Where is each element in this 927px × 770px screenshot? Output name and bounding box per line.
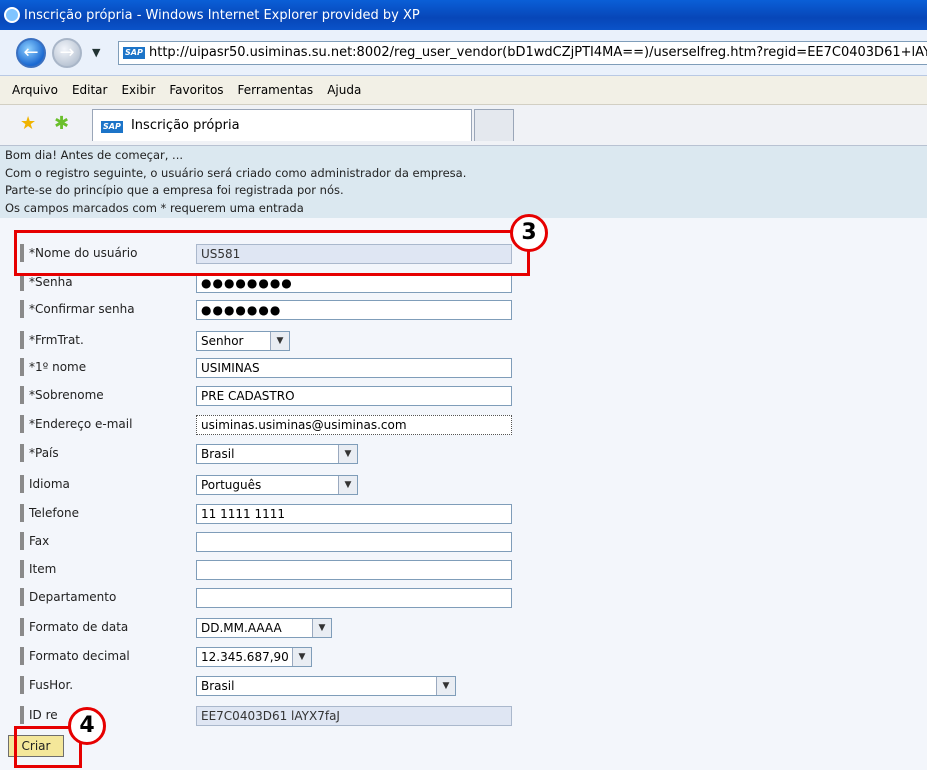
history-dropdown-icon[interactable]: ▼ — [92, 46, 100, 59]
label-regid: ID re — [20, 706, 58, 724]
lastname-field[interactable]: PRE CADASTRO — [196, 386, 512, 406]
label-phone: Telefone — [20, 504, 79, 522]
row-country: *País Brasil ▼ — [20, 444, 520, 464]
tab-inscricao-propria[interactable]: SAP Inscrição própria — [92, 109, 472, 141]
new-tab-button[interactable] — [474, 109, 514, 141]
tab-label: Inscrição própria — [130, 118, 240, 133]
tab-sap-icon: SAP — [101, 121, 123, 133]
annotation-number-3: 3 — [510, 214, 548, 252]
row-fax: Fax — [20, 532, 520, 552]
row-salutation: *FrmTrat. Senhor ▼ — [20, 331, 520, 351]
row-firstname: *1º nome USIMINAS — [20, 358, 520, 378]
page-content: Bom dia! Antes de começar, ... Com o reg… — [0, 146, 927, 770]
country-select[interactable]: Brasil ▼ — [196, 444, 358, 464]
row-department: Departamento — [20, 588, 520, 608]
back-button[interactable]: ← — [16, 38, 46, 68]
country-value: Brasil — [201, 447, 235, 461]
decimalformat-value: 12.345.687,90 — [201, 650, 289, 664]
menu-editar[interactable]: Editar — [72, 83, 108, 97]
timezone-select[interactable]: Brasil ▼ — [196, 676, 456, 696]
decimalformat-select[interactable]: 12.345.687,90 ▼ — [196, 647, 312, 667]
menu-favoritos[interactable]: Favoritos — [169, 83, 223, 97]
salutation-select[interactable]: Senhor ▼ — [196, 331, 290, 351]
intro-panel: Bom dia! Antes de começar, ... Com o reg… — [0, 146, 927, 218]
menu-arquivo[interactable]: Arquivo — [12, 83, 58, 97]
address-toolbar: ← → ▼ SAP http://uipasr50.usiminas.su.ne… — [0, 30, 927, 76]
timezone-value: Brasil — [201, 679, 235, 693]
intro-line: Os campos marcados com * requerem uma en… — [5, 200, 304, 215]
chevron-down-icon[interactable]: ▼ — [270, 332, 289, 350]
row-dateformat: Formato de data DD.MM.AAAA ▼ — [20, 618, 520, 638]
label-salutation: *FrmTrat. — [20, 331, 84, 349]
label-fax: Fax — [20, 532, 49, 550]
label-country: *País — [20, 444, 59, 462]
sap-logo-icon: SAP — [123, 47, 145, 59]
language-select[interactable]: Português ▼ — [196, 475, 358, 495]
menu-ferramentas[interactable]: Ferramentas — [238, 83, 314, 97]
item-field[interactable] — [196, 560, 512, 580]
row-item: Item — [20, 560, 520, 580]
window-title: Inscrição própria - Windows Internet Exp… — [24, 7, 420, 23]
window-titlebar: Inscrição própria - Windows Internet Exp… — [0, 0, 927, 30]
label-lastname: *Sobrenome — [20, 386, 104, 404]
address-bar[interactable]: SAP http://uipasr50.usiminas.su.net:8002… — [118, 41, 927, 65]
address-url: http://uipasr50.usiminas.su.net:8002/reg… — [149, 45, 927, 60]
ie-icon — [4, 7, 20, 23]
intro-line: Parte-se do princípio que a empresa foi … — [5, 183, 344, 197]
chevron-down-icon[interactable]: ▼ — [312, 619, 331, 637]
regid-field: EE7C0403D61 lAYX7faJ — [196, 706, 512, 726]
favorites-star-icon[interactable]: ★ — [20, 115, 36, 133]
email-field[interactable]: usiminas.usiminas@usiminas.com — [196, 415, 512, 435]
label-language: Idioma — [20, 475, 70, 493]
chevron-down-icon[interactable]: ▼ — [436, 677, 455, 695]
label-firstname: *1º nome — [20, 358, 86, 376]
label-confirm: *Confirmar senha — [20, 300, 135, 318]
dateformat-value: DD.MM.AAAA — [201, 621, 282, 635]
password-field[interactable]: ●●●●●●●● — [196, 273, 512, 293]
menu-ajuda[interactable]: Ajuda — [327, 83, 361, 97]
label-email: *Endereço e-mail — [20, 415, 132, 433]
intro-line: Com o registro seguinte, o usuário será … — [5, 165, 467, 180]
row-timezone: FusHor. Brasil ▼ — [20, 676, 520, 696]
annotation-number-4: 4 — [68, 707, 106, 745]
chevron-down-icon[interactable]: ▼ — [338, 445, 357, 463]
fax-field[interactable] — [196, 532, 512, 552]
menu-exibir[interactable]: Exibir — [121, 83, 155, 97]
label-department: Departamento — [20, 588, 116, 606]
department-field[interactable] — [196, 588, 512, 608]
add-favorite-icon[interactable]: ✱ — [54, 115, 69, 133]
label-timezone: FusHor. — [20, 676, 73, 694]
row-lastname: *Sobrenome PRE CADASTRO — [20, 386, 520, 406]
intro-line: Bom dia! Antes de começar, ... — [5, 148, 184, 162]
row-email: *Endereço e-mail usiminas.usiminas@usimi… — [20, 415, 520, 435]
row-confirm: *Confirmar senha ●●●●●●● — [20, 300, 520, 320]
tabs-toolbar: ★ ✱ SAP Inscrição própria — [0, 105, 927, 146]
row-phone: Telefone 11 1111 1111 — [20, 504, 520, 524]
confirm-password-field[interactable]: ●●●●●●● — [196, 300, 512, 320]
language-value: Português — [201, 478, 262, 492]
firstname-field[interactable]: USIMINAS — [196, 358, 512, 378]
dateformat-select[interactable]: DD.MM.AAAA ▼ — [196, 618, 332, 638]
label-dateformat: Formato de data — [20, 618, 128, 636]
label-item: Item — [20, 560, 56, 578]
label-decimalformat: Formato decimal — [20, 647, 130, 665]
salutation-value: Senhor — [201, 334, 244, 348]
row-decimalformat: Formato decimal 12.345.687,90 ▼ — [20, 647, 520, 667]
annotation-box-step3 — [14, 230, 530, 276]
chevron-down-icon[interactable]: ▼ — [292, 648, 311, 666]
chevron-down-icon[interactable]: ▼ — [338, 476, 357, 494]
forward-button[interactable]: → — [52, 38, 82, 68]
row-language: Idioma Português ▼ — [20, 475, 520, 495]
menu-bar: Arquivo Editar Exibir Favoritos Ferramen… — [0, 76, 927, 105]
row-password: *Senha ●●●●●●●● — [20, 273, 520, 293]
phone-field[interactable]: 11 1111 1111 — [196, 504, 512, 524]
